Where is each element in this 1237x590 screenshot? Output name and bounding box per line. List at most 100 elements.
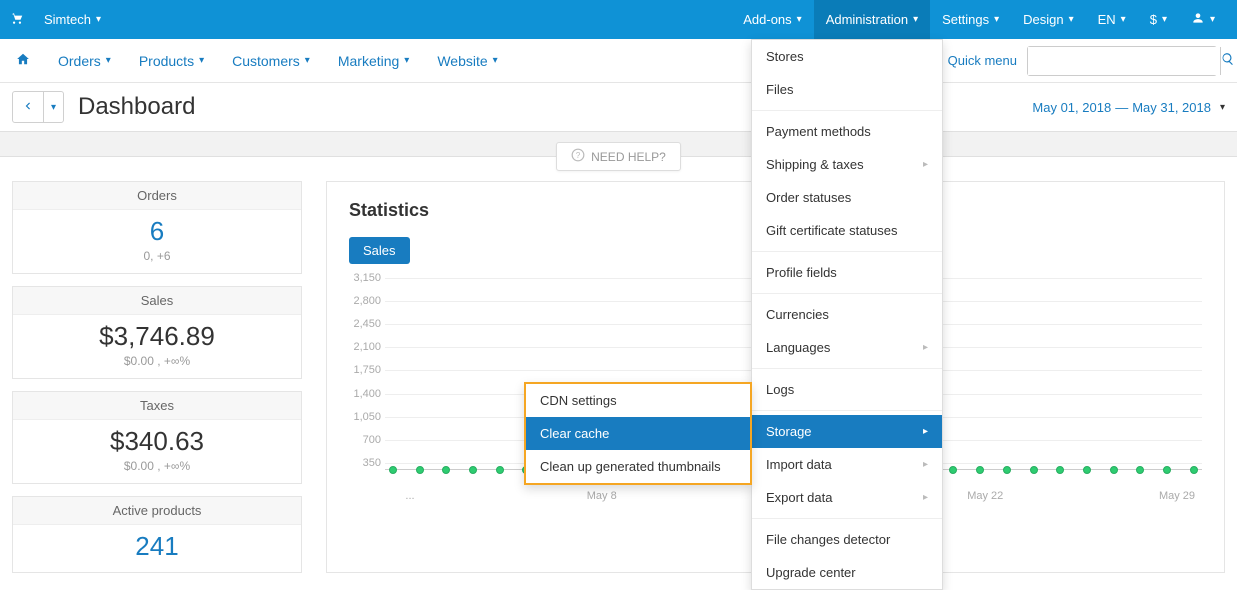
admin-menu-item[interactable]: Import data▸ xyxy=(752,448,942,481)
card-sales-sub: $0.00 , +∞% xyxy=(13,354,301,378)
card-products: Active products 241 xyxy=(12,496,302,573)
menu-website[interactable]: Website▾ xyxy=(423,53,511,69)
menu-item-label: Stores xyxy=(766,49,804,64)
card-orders: Orders 6 0, +6 xyxy=(12,181,302,274)
caret-down-icon: ▾ xyxy=(493,55,498,66)
card-orders-label: Orders xyxy=(13,182,301,210)
menu-item-label: Currencies xyxy=(766,307,829,322)
nav-design[interactable]: Design▾ xyxy=(1011,0,1086,39)
admin-menu-item[interactable]: Currencies xyxy=(752,298,942,331)
storage-menu-item[interactable]: Clear cache xyxy=(526,417,750,450)
y-tick: 700 xyxy=(349,434,381,446)
date-range[interactable]: May 01, 2018 — May 31, 2018 ▾ xyxy=(1032,100,1225,115)
menu-item-label: Upgrade center xyxy=(766,565,856,580)
back-button[interactable] xyxy=(13,92,43,122)
admin-menu-item[interactable]: Export data ▸ xyxy=(752,481,942,514)
nav-currency[interactable]: $▾ xyxy=(1138,0,1179,39)
storage-menu-item[interactable]: CDN settings xyxy=(526,384,750,417)
data-point xyxy=(496,466,504,474)
card-products-label: Active products xyxy=(13,497,301,525)
chevron-right-icon: ▸ xyxy=(923,159,928,170)
home-icon[interactable] xyxy=(10,52,44,69)
data-point xyxy=(949,466,957,474)
svg-text:?: ? xyxy=(576,151,581,160)
menu-item-label: Clear cache xyxy=(540,426,609,441)
nav-administration[interactable]: Administration▾ xyxy=(814,0,930,39)
data-point xyxy=(389,466,397,474)
admin-menu-item[interactable]: Profile fields xyxy=(752,256,942,289)
store-selector[interactable]: Simtech ▾ xyxy=(32,0,113,39)
nav-user[interactable]: ▾ xyxy=(1179,0,1227,39)
x-tick: May 8 xyxy=(577,490,627,502)
admin-menu-item[interactable]: Logs xyxy=(752,373,942,406)
card-taxes-sub: $0.00 , +∞% xyxy=(13,459,301,483)
admin-menu-item[interactable]: Order statuses xyxy=(752,181,942,214)
need-help[interactable]: ? NEED HELP? xyxy=(556,142,681,171)
menu-marketing[interactable]: Marketing▾ xyxy=(324,53,424,69)
card-sales-label: Sales xyxy=(13,287,301,315)
nav-language[interactable]: EN▾ xyxy=(1086,0,1138,39)
back-dropdown[interactable]: ▾ xyxy=(43,92,63,122)
menu-item-label: Payment methods xyxy=(766,124,871,139)
admin-menu-item[interactable]: Upgrade center xyxy=(752,556,942,589)
chevron-right-icon: ▸ xyxy=(923,492,928,503)
data-point xyxy=(1136,466,1144,474)
menu-item-label: Files xyxy=(766,82,793,97)
menu-products[interactable]: Products▾ xyxy=(125,53,218,69)
nav-addons[interactable]: Add-ons▾ xyxy=(731,0,813,39)
admin-menu-item[interactable]: Files xyxy=(752,73,942,106)
storage-menu-item[interactable]: Clean up generated thumbnails xyxy=(526,450,750,483)
caret-down-icon: ▾ xyxy=(404,55,409,66)
admin-menu-item[interactable]: Payment methods xyxy=(752,115,942,148)
menu-orders[interactable]: Orders▾ xyxy=(44,53,125,69)
caret-down-icon: ▾ xyxy=(199,55,204,66)
menu-customers[interactable]: Customers▾ xyxy=(218,53,324,69)
menu-separator xyxy=(752,410,942,411)
back-button-group: ▾ xyxy=(12,91,64,123)
caret-down-icon: ▾ xyxy=(96,14,101,25)
search-button[interactable] xyxy=(1220,47,1235,75)
y-tick: 2,800 xyxy=(349,295,381,307)
card-orders-value[interactable]: 6 xyxy=(13,210,301,249)
menu-item-label: Export data xyxy=(766,490,833,505)
data-point xyxy=(1110,466,1118,474)
admin-menu-item[interactable]: Stores xyxy=(752,40,942,73)
menu-item-label: Order statuses xyxy=(766,190,851,205)
caret-down-icon: ▾ xyxy=(1121,14,1126,25)
card-products-value[interactable]: 241 xyxy=(13,525,301,572)
y-tick: 1,750 xyxy=(349,364,381,376)
search-input[interactable] xyxy=(1028,47,1220,75)
data-point xyxy=(442,466,450,474)
sales-tab-button[interactable]: Sales xyxy=(349,237,410,264)
menu-separator xyxy=(752,518,942,519)
help-text: NEED HELP? xyxy=(591,150,666,164)
card-sales-value: $3,746.89 xyxy=(13,315,301,354)
search-wrap xyxy=(1027,46,1217,76)
admin-menu-item[interactable]: File changes detector xyxy=(752,523,942,556)
data-point xyxy=(1030,466,1038,474)
data-point xyxy=(1163,466,1171,474)
chevron-right-icon: ▸ xyxy=(923,426,928,437)
chevron-right-icon: ▸ xyxy=(923,342,928,353)
menu-separator xyxy=(752,293,942,294)
card-sales: Sales $3,746.89 $0.00 , +∞% xyxy=(12,286,302,379)
menu-item-label: Logs xyxy=(766,382,794,397)
menu-item-label: Shipping & taxes xyxy=(766,157,864,172)
admin-menu-item[interactable]: Languages ▸ xyxy=(752,331,942,364)
nav-settings[interactable]: Settings▾ xyxy=(930,0,1011,39)
admin-menu-item[interactable]: Gift certificate statuses xyxy=(752,214,942,247)
caret-down-icon: ▾ xyxy=(1210,14,1215,25)
admin-menu-item[interactable]: Shipping & taxes ▸ xyxy=(752,148,942,181)
store-name: Simtech xyxy=(44,12,91,27)
caret-down-icon: ▾ xyxy=(797,14,802,25)
card-taxes-label: Taxes xyxy=(13,392,301,420)
y-tick: 2,100 xyxy=(349,341,381,353)
data-point xyxy=(1190,466,1198,474)
menu-item-label: Languages xyxy=(766,340,830,355)
date-sep: — xyxy=(1115,100,1128,115)
admin-menu-item[interactable]: Storage▸ xyxy=(752,415,942,448)
user-icon xyxy=(1191,11,1205,28)
menu-item-label: CDN settings xyxy=(540,393,617,408)
quick-menu[interactable]: Quick menu xyxy=(948,53,1017,68)
data-point xyxy=(1003,466,1011,474)
